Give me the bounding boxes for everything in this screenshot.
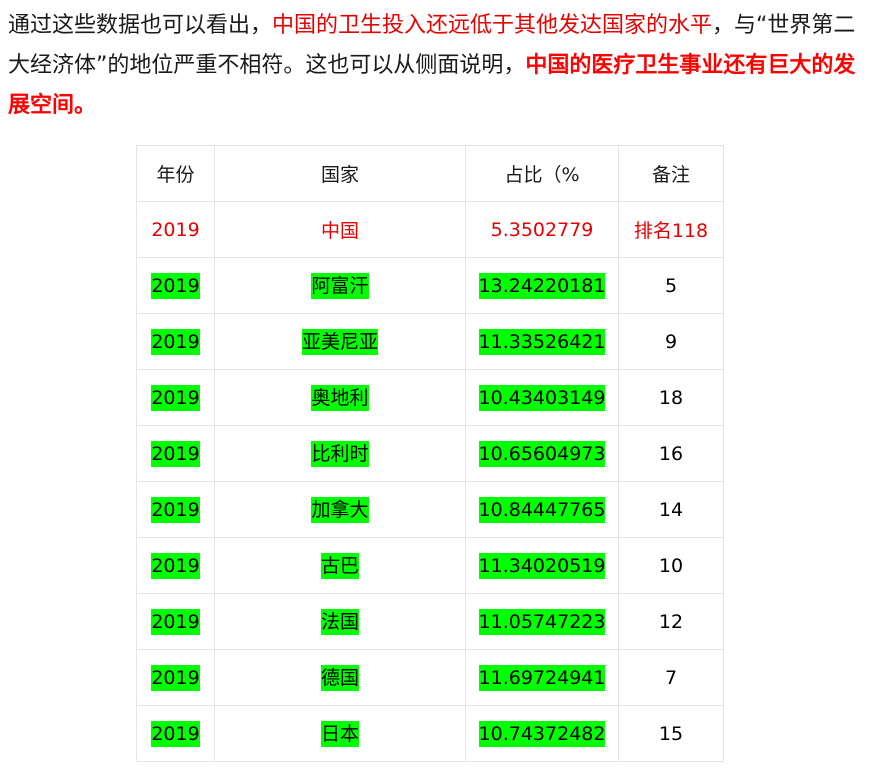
table-row: 2019 加拿大 10.84447765 14 [136,481,724,538]
cell-country-highlighted-text: 日本 [320,720,359,747]
cell-country: 中国 [214,201,466,258]
cell-note: 10 [618,537,724,594]
cell-percent-highlighted-text: 10.84447765 [478,496,606,523]
cell-percent-highlighted-text: 10.74372482 [478,720,606,747]
cell-note: 7 [618,649,724,706]
cell-year: 2019 [136,257,215,314]
cell-percent: 10.84447765 [465,481,619,538]
table-row: 2019 日本 10.74372482 15 [136,705,724,762]
cell-country-highlighted-text: 加拿大 [311,496,369,523]
cell-country-highlighted-text: 亚美尼亚 [301,328,378,355]
cell-percent: 10.74372482 [465,705,619,762]
table-row: 2019 比利时 10.65604973 16 [136,425,724,482]
cell-year-highlighted-text: 2019 [151,328,200,355]
paragraph-text-1: 通过这些数据也可以看出， [8,13,273,38]
cell-percent: 11.34020519 [465,537,619,594]
cell-percent-highlighted-text: 11.33526421 [478,328,606,355]
table-row: 2019 法国 11.05747223 12 [136,593,724,650]
cell-country: 加拿大 [214,481,466,538]
health-expenditure-table: 年份 国家 占比（% 备注 2019 中国 5.3502779 排名118 20… [136,145,724,762]
paragraph-red-text: 中国的卫生投入还远低于其他发达国家的水平 [272,13,713,38]
cell-country: 奥地利 [214,369,466,426]
cell-year: 2019 [136,705,215,762]
table-row: 2019 古巴 11.34020519 10 [136,537,724,594]
table-row: 2019 阿富汗 13.24220181 5 [136,257,724,314]
cell-year: 2019 [136,313,215,370]
cell-note: 14 [618,481,724,538]
cell-year: 2019 [136,537,215,594]
cell-country: 古巴 [214,537,466,594]
table-row: 2019 亚美尼亚 11.33526421 9 [136,313,724,370]
header-note: 备注 [618,145,724,202]
cell-note: 12 [618,593,724,650]
cell-country-highlighted-text: 古巴 [320,552,359,579]
cell-country: 德国 [214,649,466,706]
cell-percent-highlighted-text: 11.05747223 [478,608,606,635]
cell-note: 15 [618,705,724,762]
cell-country: 阿富汗 [214,257,466,314]
cell-year: 2019 [136,369,215,426]
cell-country-highlighted-text: 阿富汗 [311,272,369,299]
cell-year-highlighted-text: 2019 [151,720,200,747]
cell-percent: 13.24220181 [465,257,619,314]
cell-country-highlighted-text: 比利时 [311,440,369,467]
header-year: 年份 [136,145,215,202]
cell-country-highlighted-text: 法国 [320,608,359,635]
cell-country: 法国 [214,593,466,650]
cell-percent-highlighted-text: 10.43403149 [478,384,606,411]
cell-percent: 11.33526421 [465,313,619,370]
cell-year-highlighted-text: 2019 [151,440,200,467]
cell-percent: 11.05747223 [465,593,619,650]
cell-year: 2019 [136,201,215,258]
cell-country: 比利时 [214,425,466,482]
cell-note: 18 [618,369,724,426]
cell-year-highlighted-text: 2019 [151,664,200,691]
cell-percent: 5.3502779 [465,201,619,258]
cell-percent: 10.43403149 [465,369,619,426]
cell-note: 排名118 [618,201,724,258]
cell-note: 9 [618,313,724,370]
cell-year: 2019 [136,425,215,482]
cell-percent-highlighted-text: 11.34020519 [478,552,606,579]
cell-year-highlighted-text: 2019 [151,552,200,579]
cell-country-highlighted-text: 奥地利 [311,384,369,411]
cell-percent: 11.69724941 [465,649,619,706]
table-row: 2019 奥地利 10.43403149 18 [136,369,724,426]
cell-note: 5 [618,257,724,314]
cell-percent-highlighted-text: 13.24220181 [478,272,606,299]
cell-percent-highlighted-text: 11.69724941 [478,664,606,691]
cell-country: 亚美尼亚 [214,313,466,370]
cell-year: 2019 [136,481,215,538]
cell-country-highlighted-text: 德国 [320,664,359,691]
table-header-row: 年份 国家 占比（% 备注 [136,145,724,202]
table-row: 2019 德国 11.69724941 7 [136,649,724,706]
cell-year: 2019 [136,649,215,706]
cell-percent: 10.65604973 [465,425,619,482]
header-country: 国家 [214,145,466,202]
cell-percent-highlighted-text: 10.65604973 [478,440,606,467]
cell-year-highlighted-text: 2019 [151,272,200,299]
table-row-china: 2019 中国 5.3502779 排名118 [136,201,724,258]
summary-paragraph: 通过这些数据也可以看出，中国的卫生投入还远低于其他发达国家的水平，与“世界第二大… [8,6,870,126]
cell-year-highlighted-text: 2019 [151,496,200,523]
cell-year: 2019 [136,593,215,650]
cell-year-highlighted-text: 2019 [151,608,200,635]
cell-note: 16 [618,425,724,482]
cell-year-highlighted-text: 2019 [151,384,200,411]
header-percent: 占比（% [465,145,619,202]
cell-country: 日本 [214,705,466,762]
